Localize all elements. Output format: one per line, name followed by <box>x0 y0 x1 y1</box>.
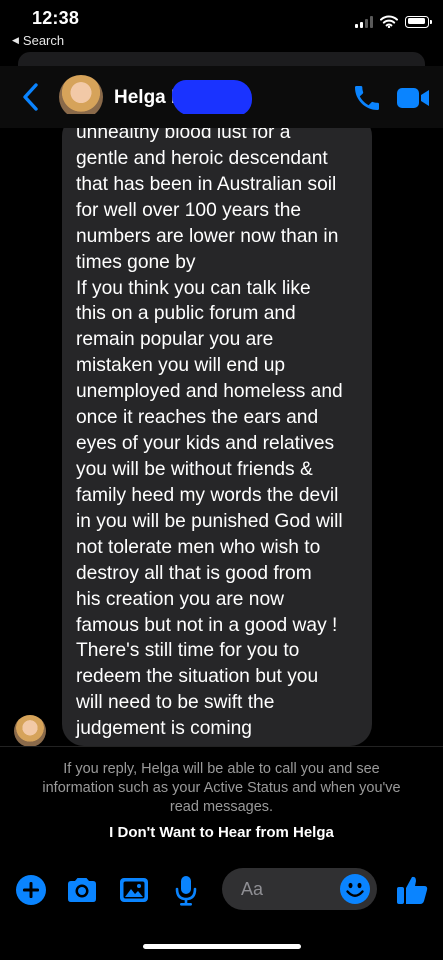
contact-avatar[interactable] <box>59 75 103 119</box>
chevron-left-icon[interactable] <box>20 82 42 112</box>
clock: 12:38 <box>32 8 80 28</box>
message-input-placeholder: Aa <box>241 879 264 899</box>
back-to-search-link[interactable]: ◀ Search <box>12 33 64 48</box>
microphone-icon[interactable] <box>168 872 204 908</box>
status-bar: 12:38 ◀ Search <box>0 0 443 54</box>
contact-name[interactable]: Helga I <box>114 87 176 109</box>
cellular-signal-icon <box>355 15 373 28</box>
wifi-icon <box>380 15 398 28</box>
home-indicator <box>143 944 301 949</box>
sender-avatar[interactable] <box>14 715 46 747</box>
back-to-search-label: Search <box>22 33 65 48</box>
phone-icon[interactable] <box>351 82 383 114</box>
battery-icon <box>405 15 432 28</box>
message-composer: Aa <box>0 866 443 914</box>
message-text: unhealthy blood lust for a gentle and he… <box>76 122 343 740</box>
message-input[interactable]: Aa <box>222 868 377 910</box>
divider <box>0 746 443 747</box>
back-triangle-icon: ◀ <box>12 35 19 45</box>
reply-notice: If you reply, Helga will be able to call… <box>42 761 401 815</box>
redaction-scribble <box>172 80 252 116</box>
message-bubble[interactable]: unhealthy blood lust for a gentle and he… <box>62 114 372 746</box>
status-icons <box>355 15 432 28</box>
plus-circle-icon[interactable] <box>13 872 49 908</box>
block-messages-button[interactable]: I Don't Want to Hear from Helga <box>0 824 443 841</box>
photo-icon[interactable] <box>116 872 152 908</box>
thumbs-up-icon[interactable] <box>394 872 430 908</box>
header-overlap <box>62 114 372 128</box>
sheet-edge <box>18 52 425 66</box>
video-camera-icon[interactable] <box>395 84 431 112</box>
camera-icon[interactable] <box>64 872 100 908</box>
emoji-icon[interactable] <box>339 873 371 905</box>
